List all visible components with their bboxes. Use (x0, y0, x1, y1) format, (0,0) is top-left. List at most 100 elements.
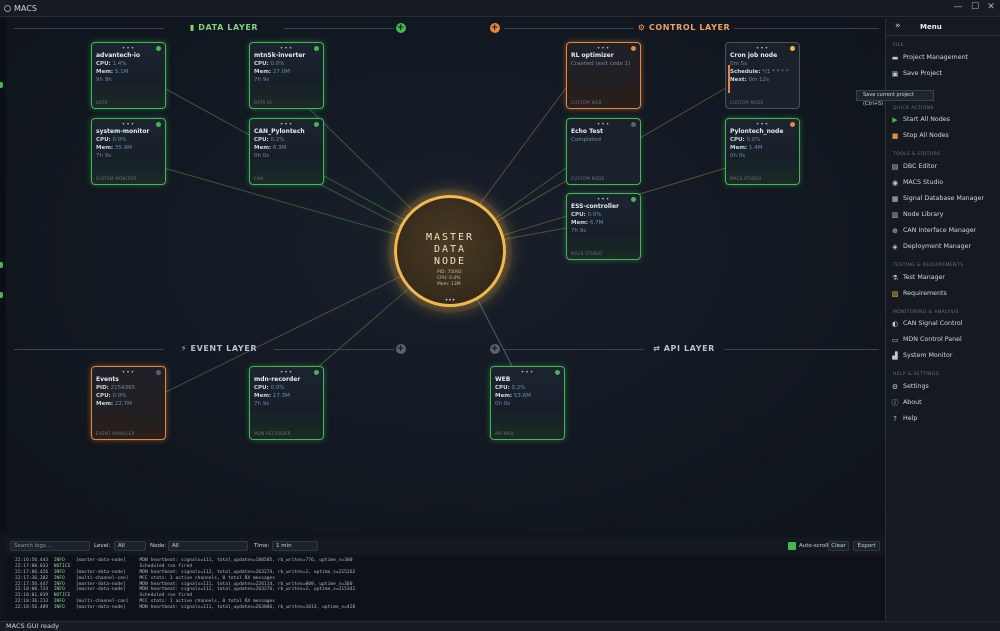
node-system-monitor[interactable]: ••• system-monitor CPU: 0.0% Mem: 35.9M … (91, 118, 166, 185)
menu-item-signal-database-manager[interactable]: ▦ Signal Database Manager (890, 192, 998, 206)
autoscroll-checkbox[interactable] (788, 542, 796, 550)
node-can-pylontech[interactable]: ••• CAN_Pylontech CPU: 0.2% Mem: 6.3M 0h… (249, 118, 324, 185)
clear-button[interactable]: Clear (828, 541, 849, 551)
log-source: [multi-channel-can] (75, 575, 137, 581)
close-button[interactable]: ✕ (983, 2, 999, 12)
log-level: INFO (48, 605, 76, 611)
uptime-value: 7h 9s (254, 401, 270, 407)
node-web[interactable]: ••• WEB CPU: 0.2% Mem: 53.6M 0h 0s API W… (490, 366, 565, 440)
node-rl-optimizer[interactable]: ••• RL optimizer Crashed (exit code 1) C… (566, 42, 641, 109)
menu-item-stop-all-nodes[interactable]: ■ Stop All Nodes (890, 129, 998, 143)
log-level: NOTICE (48, 563, 76, 569)
node-echo-test[interactable]: ••• Echo Test Completed CUSTOM NODE (566, 118, 641, 185)
status-text: Crashed (exit code 1) (571, 61, 631, 67)
node-menu-icon[interactable]: ••• (491, 369, 564, 377)
side-menu: » Menu FILE ▬ Project Management ▣ Save Pr… (885, 18, 1000, 621)
menu-item-requirements[interactable]: ▧ Requirements (890, 287, 998, 301)
node-pylontech[interactable]: ••• Pylontech_node CPU: 0.0% Mem: 1.4M 0… (725, 118, 800, 185)
menu-item-test-manager[interactable]: ⚗ Test Manager (890, 271, 998, 285)
node-advantech-io[interactable]: ••• advantech-io CPU: 1.4% Mem: 5.1M 9h … (91, 42, 166, 109)
master-menu-icon[interactable]: ••• (397, 297, 503, 304)
status-dot (790, 46, 795, 51)
node-events[interactable]: ••• Events PID: 2154365 CPU: 0.0% Mem: 2… (91, 366, 166, 440)
node-menu-icon[interactable]: ••• (567, 121, 640, 129)
time-select[interactable]: 1 min (272, 541, 318, 551)
node-name: mtnSk-inverter (254, 52, 306, 59)
node-menu-icon[interactable]: ••• (92, 369, 165, 377)
add-data-node-button[interactable]: + (396, 23, 406, 33)
log-search-input[interactable]: Search logs... (10, 541, 90, 551)
status-dot (314, 46, 319, 51)
node-menu-icon[interactable]: ••• (567, 196, 640, 204)
node-mdn-recorder[interactable]: ••• mdn-recorder CPU: 0.0% Mem: 17.3M 7h… (249, 366, 324, 440)
node-canvas[interactable]: ▮ DATA LAYER + + ⚙ CONTROL LAYER ⚡ EVENT… (6, 18, 885, 533)
node-menu-icon[interactable]: ••• (250, 121, 323, 129)
node-menu-icon[interactable]: ••• (250, 45, 323, 53)
left-status-indicator (0, 292, 3, 298)
node-type-label: MDN RECORDER (254, 431, 291, 436)
menu-item-mdn-control-panel[interactable]: ▭ MDN Control Panel (890, 333, 998, 347)
mem-value: 27.0M (272, 69, 290, 75)
menu-item-can-signal-control[interactable]: ◐ CAN Signal Control (890, 317, 998, 331)
data-layer-header: ▮ DATA LAYER + (14, 23, 409, 34)
add-api-node-button[interactable]: + (490, 344, 500, 354)
menu-item-system-monitor[interactable]: ▟ System Monitor (890, 349, 998, 363)
menu-item-help[interactable]: ? Help (890, 412, 998, 426)
status-dot (314, 370, 319, 375)
menu-item-can-interface-manager[interactable]: ⊕ CAN Interface Manager (890, 224, 998, 238)
mem-value: 35.9M (114, 145, 132, 151)
add-event-node-button[interactable]: + (396, 344, 406, 354)
menu-item-deployment-manager[interactable]: ◈ Deployment Manager (890, 240, 998, 254)
log-level: INFO (48, 581, 76, 587)
elapsed-value: 0m 5s (730, 61, 747, 67)
export-button[interactable]: Export (853, 541, 880, 551)
maximize-button[interactable]: ☐ (967, 2, 983, 12)
cpu-label: CPU: (495, 385, 510, 391)
menu-item-project-management[interactable]: ▬ Project Management (890, 51, 998, 65)
menu-item-about[interactable]: ⓘ About (890, 396, 998, 410)
lightning-icon: ⚡ (180, 344, 188, 353)
node-menu-icon[interactable]: ••• (92, 45, 165, 53)
menu-item-label: Project Management (903, 54, 969, 61)
node-name: Cron job node (730, 52, 778, 59)
level-label: Level: (94, 543, 111, 549)
node-menu-icon[interactable]: ••• (92, 121, 165, 129)
menu-item-start-all-nodes[interactable]: ▶ Start All Nodes (890, 113, 998, 127)
cpu-value: 0.2% (270, 137, 285, 143)
log-time: 22:17:56.447 (15, 581, 49, 587)
node-type-label: MACS STUDIO (730, 176, 762, 181)
node-cron-job[interactable]: ••• Cron job node 0m 5s Schedule: */1 * … (725, 42, 800, 109)
node-mtnsk-inverter[interactable]: ••• mtnSk-inverter CPU: 0.0% Mem: 27.0M … (249, 42, 324, 109)
node-type-label: DATA IO (254, 100, 273, 105)
node-name: RL optimizer (571, 52, 614, 59)
menu-item-settings[interactable]: ⚙ Settings (890, 380, 998, 394)
log-toolbar: Search logs... Level: All Node: All Time… (6, 538, 885, 554)
menu-item-dbc-editor[interactable]: ▤ DBC Editor (890, 160, 998, 174)
table-icon: ▦ (891, 195, 899, 203)
add-control-node-button[interactable]: + (490, 23, 500, 33)
node-select[interactable]: All (168, 541, 248, 551)
node-ess-controller[interactable]: ••• ESS-controller CPU: 0.0% Mem: 6.7M 7… (566, 193, 641, 260)
log-output[interactable]: 22:16:56.443 INFO [master-data-node] MDN… (6, 556, 885, 620)
menu-item-macs-studio[interactable]: ◉ MACS Studio (890, 176, 998, 190)
minimize-button[interactable]: — (950, 2, 966, 12)
node-menu-icon[interactable]: ••• (726, 121, 799, 129)
mem-value: 53.6M (513, 393, 531, 399)
menu-item-save-project[interactable]: ▣ Save Project (890, 67, 998, 81)
node-menu-icon[interactable]: ••• (567, 45, 640, 53)
log-message: MCC stats: 1 active channels, 0 total RX… (136, 599, 276, 605)
node-menu-icon[interactable]: ••• (250, 369, 323, 377)
mem-label: Mem: (254, 393, 272, 399)
log-level: NOTICE (48, 593, 76, 599)
node-menu-icon[interactable]: ••• (726, 45, 799, 53)
schedule-label: Schedule: (730, 69, 761, 75)
collapse-menu-button[interactable]: » (895, 21, 901, 31)
master-data-node[interactable]: MASTER DATA NODE PID: 75092 CPU: 0.4% Me… (394, 195, 506, 307)
level-select[interactable]: All (114, 541, 146, 551)
menu-item-node-library[interactable]: ▥ Node Library (890, 208, 998, 222)
log-level: INFO (48, 569, 76, 575)
menu-item-label: Deployment Manager (903, 243, 972, 250)
cpu-value: 1.4% (112, 61, 127, 67)
mem-label: Mem: (254, 69, 272, 75)
log-time: 22:18:36.213 (15, 599, 49, 605)
